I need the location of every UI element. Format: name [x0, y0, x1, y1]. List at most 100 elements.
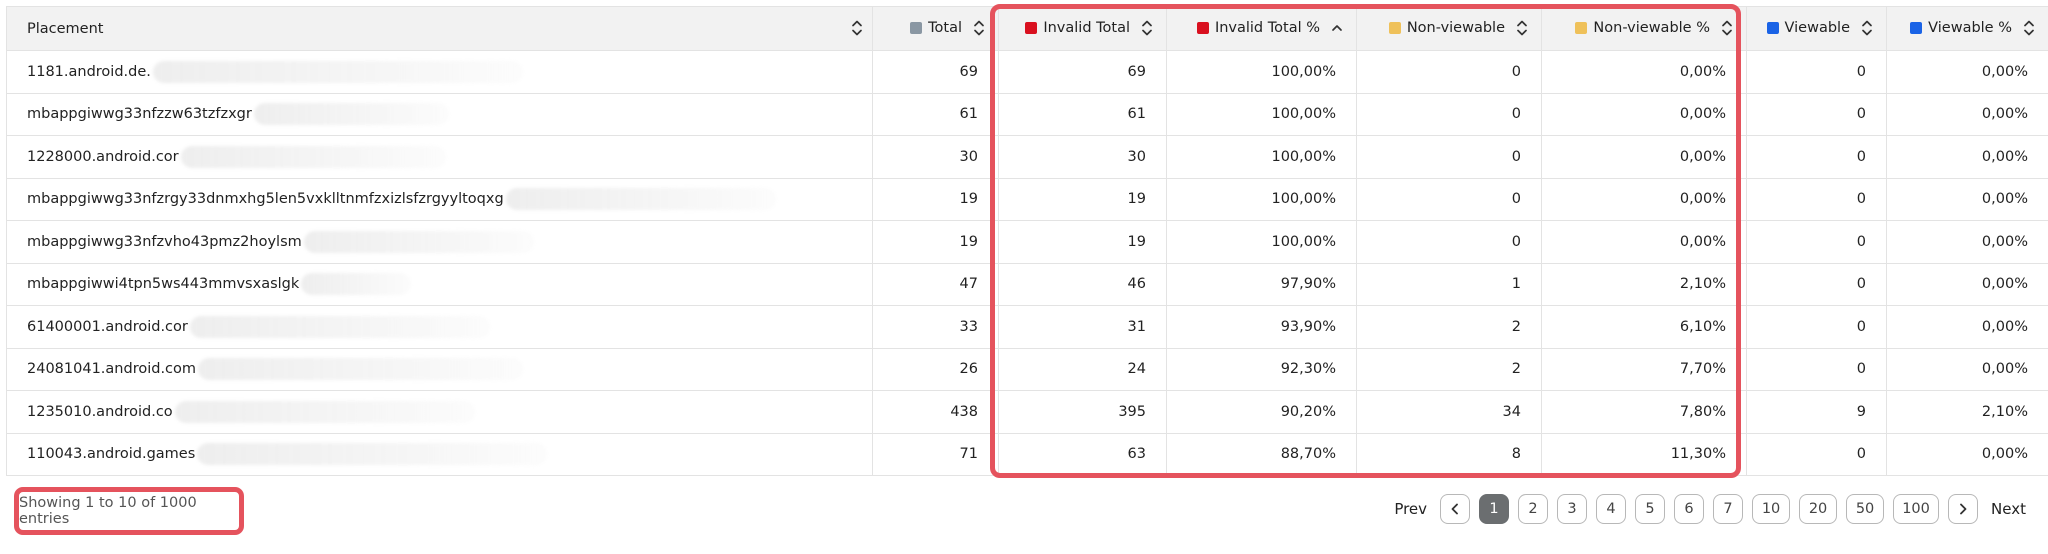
- cell-non-viewable-pct: 0,00%: [1541, 135, 1747, 179]
- cell-invalid-pct: 100,00%: [1166, 177, 1357, 221]
- cell-total: 26: [872, 347, 999, 391]
- placement-text: mbappgiwwg33nfzrgy33dnmxhg5len5vxklltnmf…: [27, 191, 504, 208]
- table-row[interactable]: 1228000.android.cor 30 30 100,00% 0 0,00% 0 0,0…: [6, 135, 2048, 179]
- table-row[interactable]: 110043.android.games 71 63 88,70% 8 11,30% 0 0,…: [6, 432, 2048, 476]
- cell-non-viewable: 2: [1356, 347, 1542, 391]
- page-button-100[interactable]: 100: [1893, 494, 1940, 524]
- table-row[interactable]: mbappgiwwg33nfzvho43pmz2hoylsm 19 19 100,00…: [6, 220, 2048, 264]
- cell-viewable-pct: 0,00%: [1886, 92, 2048, 136]
- placement-table-container: Placement Total Invalid Total Invalid Total…: [6, 6, 2048, 476]
- cell-viewable-pct: 0,00%: [1886, 347, 2048, 391]
- cell-total: 438: [872, 390, 999, 434]
- page-button-6[interactable]: 6: [1674, 494, 1705, 524]
- placement-text: 61400001.android.cor: [27, 318, 188, 335]
- table-row[interactable]: mbappgiwwg33nfzrgy33dnmxhg5len5vxklltnmf…: [6, 177, 2048, 221]
- header-content: Invalid Total %: [1196, 19, 1344, 37]
- cell-invalid-pct: 97,90%: [1166, 262, 1357, 306]
- prev-button[interactable]: Prev: [1390, 500, 1431, 518]
- column-header-non-viewable[interactable]: Non-viewable: [1356, 6, 1542, 51]
- cell-placement: 24081041.android.com: [6, 347, 873, 391]
- header-content: Non-viewable %: [1575, 19, 1734, 37]
- page-button-50[interactable]: 50: [1846, 494, 1885, 524]
- cell-non-viewable: 0: [1356, 50, 1542, 94]
- sort-icon[interactable]: [1515, 19, 1529, 37]
- cell-invalid-pct: 100,00%: [1166, 92, 1357, 136]
- cell-non-viewable-pct: 2,10%: [1541, 262, 1747, 306]
- column-header-placement[interactable]: Placement: [6, 6, 873, 51]
- cell-viewable: 0: [1746, 135, 1887, 179]
- cell-invalid-pct: 100,00%: [1166, 135, 1357, 179]
- redaction-blur: [152, 60, 523, 83]
- cell-placement: mbappgiwwg33nfzzw63tzfzxgr: [6, 92, 873, 136]
- sort-icon[interactable]: [1860, 19, 1874, 37]
- page-button-4[interactable]: 4: [1596, 494, 1627, 524]
- column-header-non-viewable-pct[interactable]: Non-viewable %: [1541, 6, 1747, 51]
- table-row[interactable]: 1235010.android.co 438 395 90,20% 34 7,80% 9 2,…: [6, 390, 2048, 434]
- table-row[interactable]: 24081041.android.com 26 24 92,30% 2 7,70% 0 0,0…: [6, 347, 2048, 391]
- pagination: Prev 1 2 3 4 5 6 7 10 20 50 100 Next: [1390, 494, 2030, 524]
- column-header-label: Non-viewable %: [1593, 20, 1710, 36]
- cell-invalid-pct: 92,30%: [1166, 347, 1357, 391]
- table-row[interactable]: 1181.android.de. 69 69 100,00% 0 0,00% 0 0,00%: [6, 50, 2048, 94]
- cell-non-viewable-pct: 0,00%: [1541, 92, 1747, 136]
- page-button-1[interactable]: 1: [1479, 494, 1510, 524]
- legend-swatch-icon: [910, 22, 923, 34]
- cell-invalid-total: 61: [998, 92, 1167, 136]
- next-page-button[interactable]: [1948, 494, 1979, 524]
- cell-non-viewable: 34: [1356, 390, 1542, 434]
- cell-invalid-total: 63: [998, 432, 1167, 476]
- column-header-label: Placement: [27, 20, 104, 37]
- cell-total: 69: [872, 50, 999, 94]
- cell-invalid-total: 395: [998, 390, 1167, 434]
- table-row[interactable]: mbappgiwwi4tpn5ws443mmvsxaslgk 47 46 97,90%…: [6, 262, 2048, 306]
- cell-non-viewable: 0: [1356, 220, 1542, 264]
- cell-non-viewable: 0: [1356, 135, 1542, 179]
- cell-placement: 1181.android.de.: [6, 50, 873, 94]
- cell-non-viewable-pct: 0,00%: [1541, 50, 1747, 94]
- column-header-label: Viewable %: [1928, 20, 2012, 36]
- entries-info: Showing 1 to 10 of 1000 entries: [19, 495, 197, 527]
- prev-page-button[interactable]: [1440, 494, 1471, 524]
- column-header-invalid-total[interactable]: Invalid Total: [998, 6, 1167, 51]
- cell-non-viewable: 2: [1356, 305, 1542, 349]
- redaction-blur: [189, 315, 490, 338]
- page-button-5[interactable]: 5: [1635, 494, 1666, 524]
- table-row[interactable]: mbappgiwwg33nfzzw63tzfzxgr 61 61 100,00% 0 0,…: [6, 92, 2048, 136]
- cell-placement: 1228000.android.cor: [6, 135, 873, 179]
- cell-total: 71: [872, 432, 999, 476]
- column-header-viewable-pct[interactable]: Viewable %: [1886, 6, 2048, 51]
- cell-non-viewable: 0: [1356, 177, 1542, 221]
- cell-total: 33: [872, 305, 999, 349]
- cell-non-viewable-pct: 11,30%: [1541, 432, 1747, 476]
- cell-viewable: 0: [1746, 347, 1887, 391]
- legend-swatch-icon: [1575, 22, 1588, 34]
- column-header-label: Non-viewable: [1406, 20, 1505, 36]
- placement-text: 1228000.android.cor: [27, 148, 179, 165]
- sort-icon[interactable]: [2022, 19, 2036, 37]
- column-header-total[interactable]: Total: [872, 6, 999, 51]
- cell-non-viewable-pct: 6,10%: [1541, 305, 1747, 349]
- placement-text: 24081041.android.com: [27, 361, 197, 378]
- sort-icon[interactable]: [1140, 19, 1154, 37]
- sort-icon[interactable]: [1720, 19, 1734, 37]
- chevron-right-icon: [1960, 503, 1967, 515]
- sort-icon[interactable]: [850, 19, 864, 37]
- next-button[interactable]: Next: [1987, 500, 2030, 518]
- page-button-20[interactable]: 20: [1799, 494, 1838, 524]
- header-content: Invalid Total: [1025, 19, 1154, 37]
- sort-asc-icon[interactable]: [1330, 19, 1344, 37]
- column-header-viewable[interactable]: Viewable: [1746, 6, 1887, 51]
- page-button-10[interactable]: 10: [1752, 494, 1791, 524]
- page-button-3[interactable]: 3: [1557, 494, 1588, 524]
- cell-invalid-total: 24: [998, 347, 1167, 391]
- sort-icon[interactable]: [972, 19, 986, 37]
- page-button-7[interactable]: 7: [1713, 494, 1744, 524]
- cell-total: 19: [872, 220, 999, 264]
- cell-non-viewable-pct: 0,00%: [1541, 220, 1747, 264]
- cell-viewable-pct: 0,00%: [1886, 177, 2048, 221]
- table-row[interactable]: 61400001.android.cor 33 31 93,90% 2 6,10% 0 0,0…: [6, 305, 2048, 349]
- header-content: Total: [910, 19, 986, 37]
- chevron-left-icon: [1451, 503, 1458, 515]
- page-button-2[interactable]: 2: [1518, 494, 1549, 524]
- column-header-invalid-pct[interactable]: Invalid Total %: [1166, 6, 1357, 51]
